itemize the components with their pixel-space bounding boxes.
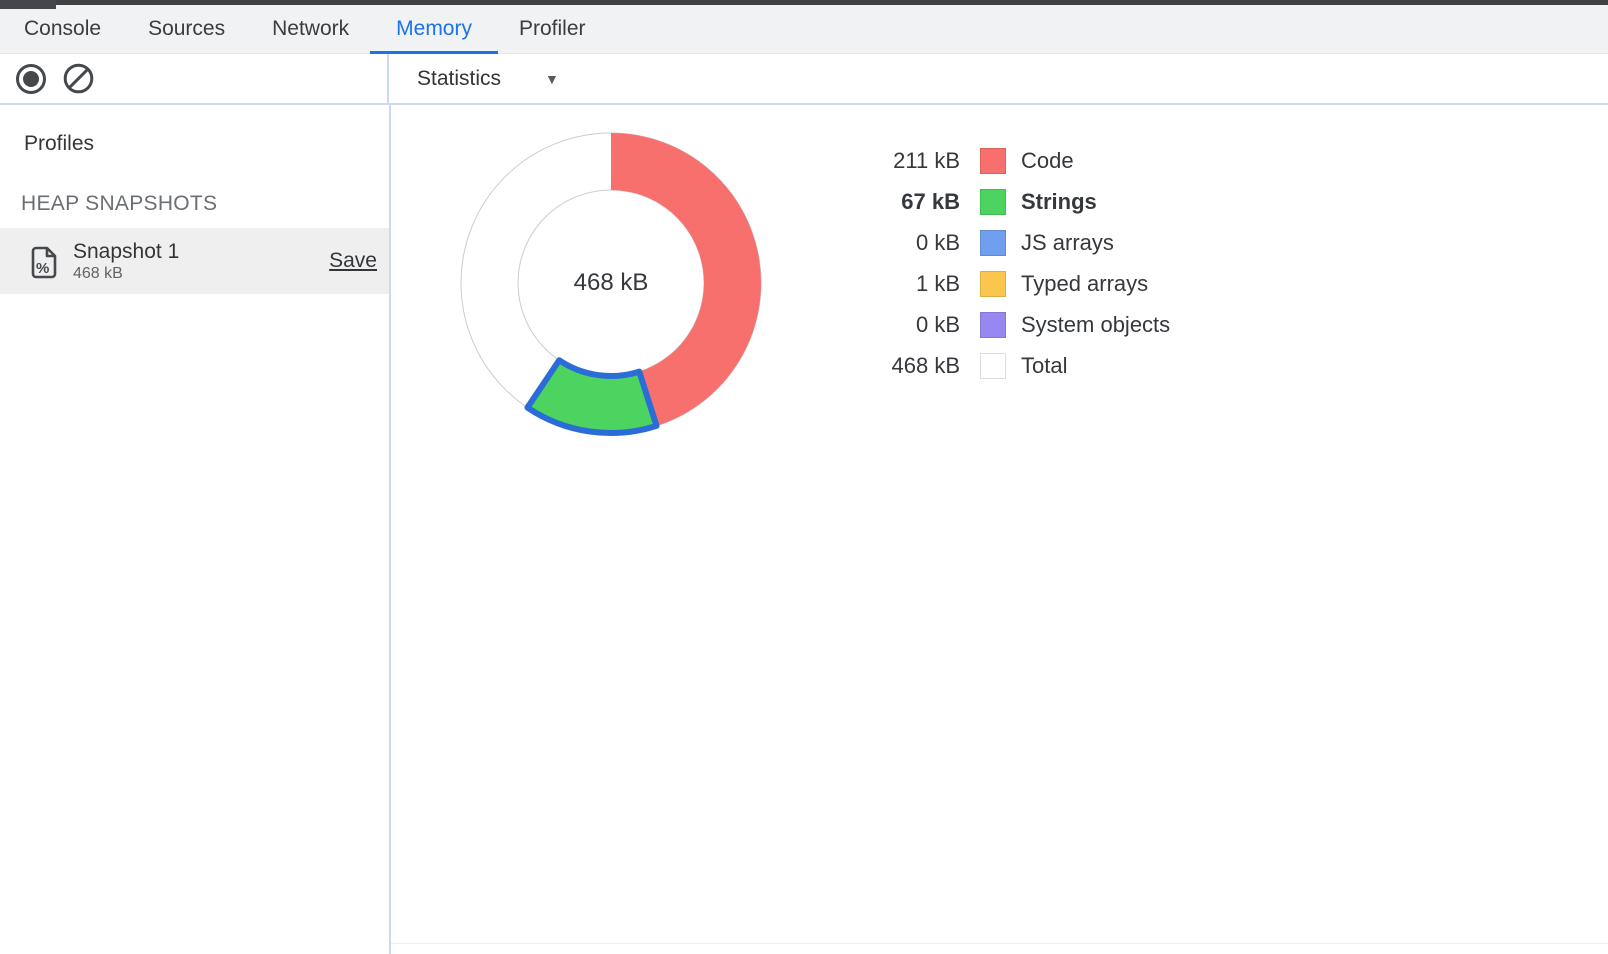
legend-row-total[interactable]: 468 kB Total bbox=[840, 345, 1170, 386]
legend-row-typed-arrays[interactable]: 1 kB Typed arrays bbox=[840, 263, 1170, 304]
chevron-down-icon: ▼ bbox=[545, 71, 559, 87]
record-icon bbox=[16, 64, 46, 94]
tab-memory[interactable]: Memory bbox=[396, 5, 472, 53]
profiles-sidebar: Profiles HEAP SNAPSHOTS % Snapshot 1 468… bbox=[0, 105, 391, 954]
legend-label: JS arrays bbox=[1021, 230, 1114, 256]
chart-legend: 211 kB Code 67 kB Strings 0 kB JS arrays… bbox=[840, 140, 1170, 386]
heap-snapshot-icon: % bbox=[31, 246, 58, 279]
heap-snapshots-section-heading: HEAP SNAPSHOTS bbox=[0, 156, 389, 228]
window-top-strip-nub bbox=[0, 0, 56, 9]
svg-text:%: % bbox=[36, 260, 49, 277]
legend-swatch-strings bbox=[980, 189, 1006, 215]
memory-toolbar: Statistics ▼ bbox=[0, 54, 1608, 105]
perspective-select[interactable]: Statistics ▼ bbox=[417, 67, 559, 91]
memory-donut-chart[interactable]: 468 kB bbox=[446, 118, 776, 448]
tab-sources[interactable]: Sources bbox=[148, 5, 225, 53]
legend-value: 0 kB bbox=[840, 312, 960, 338]
legend-row-js-arrays[interactable]: 0 kB JS arrays bbox=[840, 222, 1170, 263]
toolbar-left-section bbox=[0, 54, 389, 103]
perspective-select-value: Statistics bbox=[417, 67, 501, 91]
legend-value: 468 kB bbox=[840, 353, 960, 379]
legend-value: 67 kB bbox=[840, 189, 960, 215]
snapshot-text: Snapshot 1 468 kB bbox=[73, 239, 179, 284]
legend-value: 211 kB bbox=[840, 148, 960, 174]
legend-swatch-typed-arrays bbox=[980, 271, 1006, 297]
clear-icon bbox=[63, 63, 94, 94]
legend-row-system-objects[interactable]: 0 kB System objects bbox=[840, 304, 1170, 345]
legend-swatch-js-arrays bbox=[980, 230, 1006, 256]
legend-label: Typed arrays bbox=[1021, 271, 1148, 297]
devtools-tabbar: Console Sources Network Memory Profiler bbox=[0, 5, 1608, 54]
panel-bottom-divider bbox=[391, 943, 1608, 944]
tab-network[interactable]: Network bbox=[272, 5, 349, 53]
statistics-panel: 468 kB 211 kB Code 67 kB Strings 0 kB JS… bbox=[391, 105, 1608, 954]
toolbar-right-section: Statistics ▼ bbox=[389, 54, 1608, 103]
legend-label: System objects bbox=[1021, 312, 1170, 338]
content-area: Profiles HEAP SNAPSHOTS % Snapshot 1 468… bbox=[0, 105, 1608, 954]
legend-value: 0 kB bbox=[840, 230, 960, 256]
legend-label: Strings bbox=[1021, 189, 1097, 215]
legend-row-code[interactable]: 211 kB Code bbox=[840, 140, 1170, 181]
tab-profiler[interactable]: Profiler bbox=[519, 5, 586, 53]
snapshot-list-item[interactable]: % Snapshot 1 468 kB Save bbox=[0, 228, 389, 294]
legend-label: Code bbox=[1021, 148, 1074, 174]
record-heap-snapshot-button[interactable] bbox=[15, 63, 46, 94]
window-top-strip bbox=[0, 0, 1608, 5]
snapshot-size: 468 kB bbox=[73, 264, 179, 284]
legend-swatch-system-objects bbox=[980, 312, 1006, 338]
tab-console[interactable]: Console bbox=[24, 5, 101, 53]
clear-profiles-button[interactable] bbox=[63, 63, 94, 94]
profiles-heading: Profiles bbox=[0, 105, 389, 156]
legend-swatch-total bbox=[980, 353, 1006, 379]
legend-value: 1 kB bbox=[840, 271, 960, 297]
legend-label: Total bbox=[1021, 353, 1067, 379]
snapshot-title: Snapshot 1 bbox=[73, 239, 179, 264]
legend-row-strings[interactable]: 67 kB Strings bbox=[840, 181, 1170, 222]
snapshot-save-link[interactable]: Save bbox=[329, 249, 377, 273]
legend-swatch-code bbox=[980, 148, 1006, 174]
